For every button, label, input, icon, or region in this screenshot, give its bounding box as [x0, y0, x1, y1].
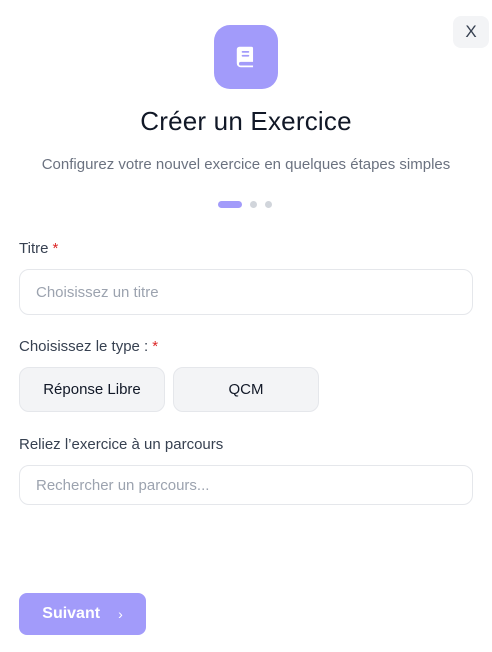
next-button-label: Suivant — [42, 605, 101, 622]
type-label: Choisissez le type : * — [19, 338, 158, 355]
step-3 — [265, 201, 272, 208]
create-exercise-modal: X Créer un Exercice Configurez votre nou… — [0, 0, 492, 652]
type-option-qcm[interactable]: QCM — [173, 367, 319, 412]
title-input[interactable] — [19, 269, 473, 315]
type-label-text: Choisissez le type : — [19, 338, 149, 355]
close-button[interactable]: X — [453, 16, 489, 48]
step-2 — [250, 201, 257, 208]
required-mark: * — [52, 240, 59, 257]
book-icon — [214, 25, 278, 89]
title-label: Titre * — [19, 240, 58, 257]
parcours-search-input[interactable] — [19, 465, 473, 505]
step-1-active — [218, 201, 242, 208]
type-option-reponse-libre[interactable]: Réponse Libre — [19, 367, 165, 412]
parcours-label: Reliez l’exercice à un parcours — [19, 436, 224, 453]
step-indicator — [218, 201, 272, 208]
page-subtitle: Configurez votre nouvel exercice en quel… — [41, 156, 451, 173]
required-mark: * — [152, 338, 159, 355]
page-title: Créer un Exercice — [140, 106, 352, 136]
title-label-text: Titre — [19, 240, 49, 257]
next-button[interactable]: Suivant › — [19, 593, 146, 635]
chevron-right-icon: › — [118, 606, 123, 622]
